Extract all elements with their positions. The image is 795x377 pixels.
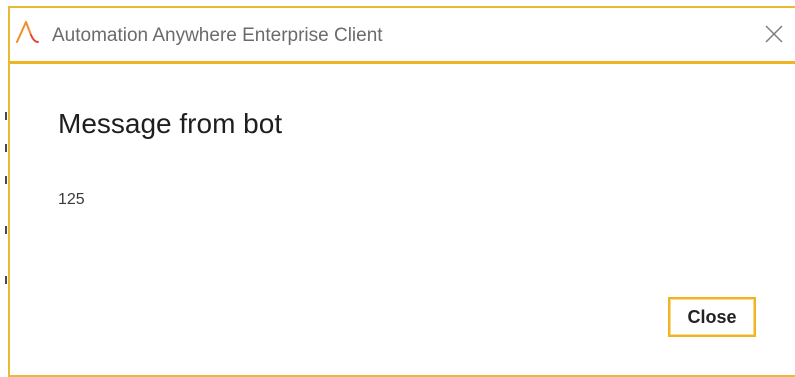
- title-bar-separator: [10, 61, 795, 64]
- edge-tick: [5, 226, 7, 234]
- background-window-edge: [0, 0, 8, 377]
- window-title: Automation Anywhere Enterprise Client: [52, 25, 383, 46]
- close-button[interactable]: Close: [668, 297, 756, 337]
- message-dialog-window: Automation Anywhere Enterprise Client Me…: [0, 0, 795, 377]
- close-icon[interactable]: [762, 22, 786, 46]
- edge-tick: [5, 112, 7, 120]
- dialog-message: 125: [58, 191, 85, 208]
- edge-tick: [5, 276, 7, 284]
- automation-anywhere-logo-icon: [16, 21, 39, 43]
- edge-tick: [5, 144, 7, 152]
- edge-tick: [5, 176, 7, 184]
- dialog-heading: Message from bot: [58, 108, 283, 139]
